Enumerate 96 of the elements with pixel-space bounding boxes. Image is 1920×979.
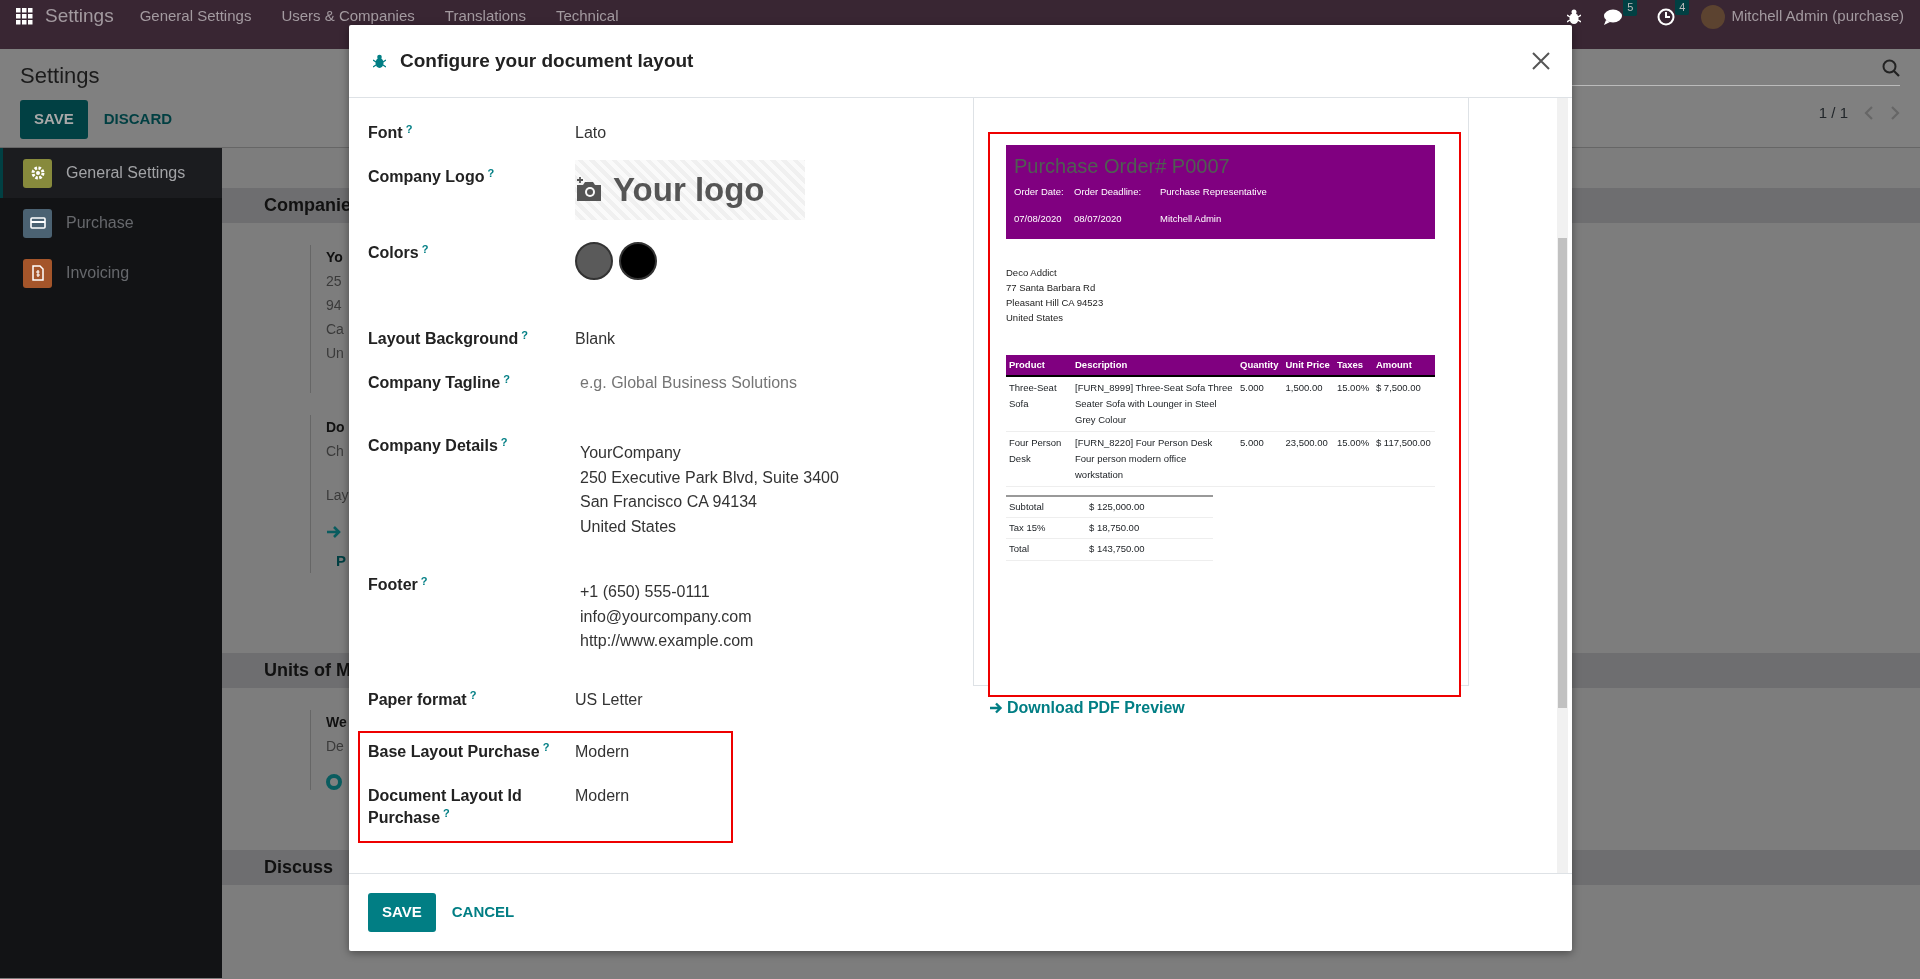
field-value[interactable]: Modern bbox=[575, 786, 630, 804]
setting-link[interactable]: P bbox=[336, 552, 346, 569]
download-link[interactable]: Download PDF Preview bbox=[1007, 696, 1185, 720]
setting-title: We bbox=[326, 714, 347, 730]
setting-text: Lay bbox=[326, 487, 349, 503]
table-cell: Four Person Desk bbox=[1006, 431, 1072, 487]
field-label: Document Layout Id Purchase $^{?}$ bbox=[368, 785, 523, 828]
section-title: Discuss bbox=[264, 856, 334, 879]
field-label: Footer $^{?}$ bbox=[368, 574, 429, 595]
menu-item[interactable]: General Settings bbox=[139, 5, 252, 28]
table-cell: $ 7,500.00 bbox=[1372, 375, 1435, 432]
column-header: Quantity bbox=[1237, 354, 1283, 376]
field-label: Font $^{?}$ bbox=[368, 122, 414, 143]
menu-item[interactable]: Translations bbox=[444, 5, 526, 28]
column-header: Amount bbox=[1372, 354, 1435, 376]
sidebar-item[interactable]: Purchase bbox=[0, 198, 222, 248]
column-header: Unit Price bbox=[1282, 354, 1334, 376]
total-label: Subtotal bbox=[1006, 495, 1086, 518]
sidebar-item[interactable]: Invoicing bbox=[0, 248, 222, 298]
dialog-title: Configure your document layout bbox=[400, 48, 695, 73]
apps-menu-icon[interactable] bbox=[16, 8, 33, 25]
cancel-button[interactable]: CANCEL bbox=[451, 901, 515, 924]
setting-title: Do bbox=[326, 419, 345, 435]
table-cell: [FURN_8220] Four Person Desk Four person modern office workstation bbox=[1072, 431, 1237, 487]
scrollbar[interactable] bbox=[1557, 98, 1568, 873]
field-value[interactable]: YourCompany 250 Executive Park Blvd, Suite 3400 San Francisco CA 94134 United States bbox=[575, 441, 959, 539]
clock-icon[interactable] bbox=[1657, 7, 1676, 26]
table-cell: $ 117,500.00 bbox=[1372, 431, 1435, 487]
column-header: Product bbox=[1006, 354, 1072, 376]
info-label: Purchase Representative bbox=[1160, 185, 1268, 199]
menu-item[interactable]: Technical bbox=[555, 5, 619, 28]
setting-text: Ca bbox=[326, 321, 344, 337]
column-header: Taxes bbox=[1333, 354, 1373, 376]
field-label: Company Details $^{?}$ bbox=[368, 435, 509, 456]
field-value[interactable]: US Letter bbox=[575, 690, 643, 708]
setting-title: Yo bbox=[326, 249, 343, 265]
info-value: Mitchell Admin bbox=[1160, 212, 1223, 227]
field-value[interactable]: Blank bbox=[575, 330, 616, 347]
field-label: Colors $^{?}$ bbox=[368, 242, 430, 263]
setting-text: 94 bbox=[326, 297, 342, 313]
table-cell: [FURN_8999] Three-Seat Sofa Three Seater Sofa with Lounger in Steel Grey Colour bbox=[1072, 375, 1237, 432]
total-label: Total bbox=[1006, 538, 1086, 560]
count-badge: 5 bbox=[1623, 0, 1638, 16]
user-name[interactable]: Mitchell Admin (purchase) bbox=[1731, 5, 1904, 28]
table-cell: Three-Seat Sofa bbox=[1006, 375, 1072, 432]
info-value: 07/08/2020 bbox=[1014, 212, 1063, 227]
column-header: Description bbox=[1072, 354, 1237, 376]
setting-text: 25 bbox=[326, 273, 342, 289]
field-label: Layout Background $^{?}$ bbox=[368, 328, 529, 349]
total-value: $ 18,750.00 bbox=[1086, 517, 1213, 539]
pager-value: 1 / 1 bbox=[1818, 103, 1848, 123]
menu-item[interactable]: Users & Companies bbox=[281, 5, 415, 28]
close-icon[interactable] bbox=[1532, 52, 1550, 70]
page-title: Settings bbox=[20, 63, 100, 88]
total-value: $ 143,750.00 bbox=[1086, 538, 1213, 560]
field-label: Company Tagline $^{?}$ bbox=[368, 372, 511, 393]
chat-icon[interactable] bbox=[1603, 8, 1624, 25]
field-label: Company Logo $^{?}$ bbox=[368, 166, 496, 187]
setting-text: Un bbox=[326, 345, 344, 361]
setting-text: De bbox=[326, 738, 344, 754]
table-cell: 15.00% bbox=[1333, 431, 1373, 487]
save-button[interactable]: SAVE bbox=[20, 100, 88, 139]
document-icon bbox=[29, 265, 46, 281]
color-swatch[interactable] bbox=[619, 242, 657, 280]
save-button[interactable]: SAVE bbox=[368, 893, 436, 932]
credit-card-icon bbox=[29, 215, 46, 231]
count-badge: 4 bbox=[1675, 0, 1690, 15]
gear-icon bbox=[29, 165, 46, 181]
table-cell: 5.000 bbox=[1237, 431, 1283, 487]
table-cell: 1,500.00 bbox=[1282, 375, 1334, 432]
address-text: Deco Addict 77 Santa Barbara Rd Pleasant Hill CA 94523 United States bbox=[1006, 265, 1105, 325]
sidebar-item[interactable]: General Settings bbox=[0, 148, 222, 198]
app-title[interactable]: Settings bbox=[45, 2, 114, 31]
logo-upload[interactable]: Your logo bbox=[575, 160, 805, 220]
section-title: Companie bbox=[264, 194, 351, 217]
setting-text: Ch bbox=[326, 443, 344, 459]
field-value[interactable]: Modern bbox=[575, 742, 630, 760]
search-icon[interactable] bbox=[1882, 59, 1900, 77]
info-label: Order Date: bbox=[1014, 185, 1065, 199]
radio-button[interactable] bbox=[326, 774, 342, 790]
field-label: Base Layout Purchase $^{?}$ bbox=[368, 740, 551, 762]
total-label: Tax 15% bbox=[1006, 517, 1086, 539]
report-title: Purchase Order# P0007 bbox=[1014, 154, 1231, 179]
bug-icon[interactable] bbox=[1567, 8, 1582, 25]
color-swatch[interactable] bbox=[575, 242, 613, 280]
table-cell: 23,500.00 bbox=[1282, 431, 1334, 487]
info-value: 08/07/2020 bbox=[1074, 212, 1123, 227]
discard-button[interactable]: DISCARD bbox=[103, 108, 173, 131]
total-value: $ 125,000.00 bbox=[1086, 495, 1213, 518]
info-label: Order Deadline: bbox=[1074, 185, 1143, 199]
table-cell: 15.00% bbox=[1333, 375, 1373, 432]
arrow-right-icon[interactable] bbox=[989, 702, 1003, 714]
field-value[interactable]: +1 (650) 555-0111 info@yourcompany.com http://www.example.com bbox=[575, 580, 959, 654]
field-label: Paper format $^{?}$ bbox=[368, 688, 478, 710]
table-cell: 5.000 bbox=[1237, 375, 1283, 432]
field-value[interactable]: Lato bbox=[575, 124, 607, 141]
